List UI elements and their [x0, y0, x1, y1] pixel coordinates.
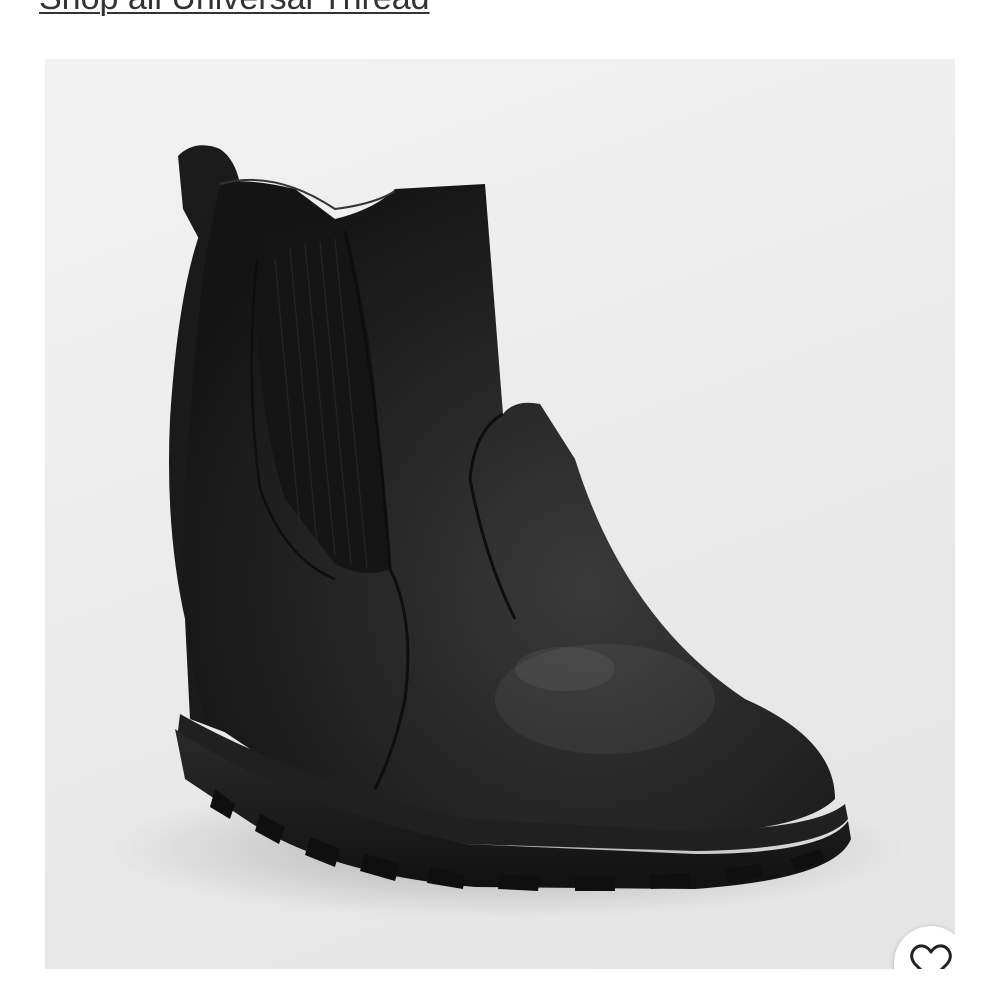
heart-outline-icon: [910, 944, 952, 969]
shop-all-brand-link[interactable]: Shop all Universal Thread: [39, 0, 430, 18]
ankle-wedge-boot-image: [105, 145, 905, 919]
product-image[interactable]: [45, 59, 955, 969]
product-page: Shop all Universal Thread: [0, 0, 1000, 1000]
